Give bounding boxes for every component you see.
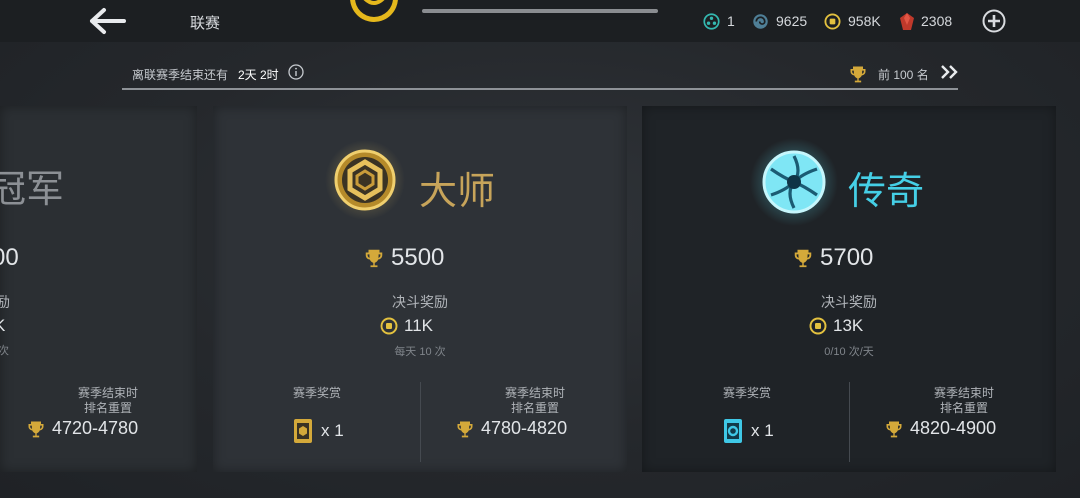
add-currency-button[interactable]	[982, 9, 1006, 33]
season-progress-bar	[422, 9, 658, 13]
reward-count: x 1	[321, 421, 344, 440]
league-name: 传奇	[848, 171, 925, 213]
back-arrow-icon[interactable]	[88, 6, 128, 36]
gold-coin-icon	[380, 317, 398, 335]
reset-label: 赛季结束时 排名重置	[58, 386, 158, 416]
daily-limit: 次	[0, 345, 9, 357]
reset-label-line-1: 赛季结束时	[504, 386, 565, 400]
top-bar: 联赛 1 9625 958K 2308	[0, 0, 1080, 42]
reset-label-line-2: 排名重置	[939, 401, 988, 415]
gold-coin-icon	[809, 317, 827, 335]
reset-label: 赛季结束时 排名重置	[900, 386, 1028, 416]
league-score: 00	[0, 244, 19, 272]
duel-reward-label: 决斗奖励	[821, 294, 877, 310]
reward-count: x 1	[751, 421, 774, 440]
gold-coin-icon	[824, 13, 841, 30]
reset-label-line-2: 排名重置	[510, 401, 559, 415]
master-league-badge-icon	[325, 140, 405, 220]
league-card-legend[interactable]: 传奇 5700 决斗奖励 13K 0/10 次/天 赛季奖赏 x 1 赛季结束时…	[642, 106, 1056, 472]
score-value: 5700	[820, 244, 874, 271]
red-gem-icon	[900, 12, 914, 30]
token-count: 1	[727, 13, 735, 29]
trophy-icon	[884, 419, 904, 439]
reset-range-value: 4820-4900	[910, 418, 997, 438]
reset-range-value: 4780-4820	[481, 418, 568, 438]
trophy-icon	[848, 64, 868, 84]
trophy-icon	[792, 247, 814, 269]
info-icon[interactable]	[288, 64, 304, 80]
resource-token: 1	[703, 11, 735, 31]
gold-chest-icon	[294, 419, 312, 443]
swirl-count: 9625	[776, 13, 808, 29]
duel-coins: K	[0, 316, 5, 336]
teal-token-icon	[703, 12, 720, 30]
resource-gems: 2308	[900, 11, 952, 31]
reset-label-line-1: 赛季结束时	[933, 386, 994, 400]
duel-coins: 13K	[809, 316, 863, 336]
reset-label: 赛季结束时 排名重置	[471, 386, 599, 416]
resource-coins: 958K	[824, 11, 881, 31]
season-reward[interactable]: x 1	[293, 418, 344, 444]
double-chevron-right-icon[interactable]	[939, 64, 959, 80]
daily-limit: 每天 10 次	[394, 346, 446, 358]
trophy-icon	[26, 419, 46, 439]
reset-range: 4780-4820	[455, 418, 567, 439]
league-card-champion[interactable]: 冠军 00 励 K 次 赛季结束时 排名重置 4720-4780	[0, 106, 197, 472]
season-reward-label: 赛季奖赏	[722, 386, 771, 400]
season-remaining-label: 离联赛季结束还有	[132, 68, 229, 82]
reset-range: 4720-4780	[26, 418, 138, 439]
reset-range: 4820-4900	[884, 418, 996, 439]
season-reward[interactable]: x 1	[723, 418, 774, 444]
duel-coins: 11K	[380, 316, 433, 336]
score-value: 00	[0, 244, 19, 271]
resource-swirl: 9625	[752, 11, 807, 31]
reset-label-line-2: 排名重置	[83, 401, 132, 415]
cyan-chest-icon	[724, 419, 742, 443]
league-emblem-icon	[350, 0, 398, 22]
league-score: 5500	[363, 244, 444, 272]
swirl-currency-icon	[753, 13, 768, 29]
season-info-bar: 离联赛季结束还有 2天 2时 前 100 名	[122, 60, 958, 90]
gem-count: 2308	[921, 13, 953, 29]
score-value: 5500	[391, 244, 445, 271]
legend-league-badge-icon	[750, 138, 838, 226]
league-card-master[interactable]: 大师 5500 决斗奖励 11K 每天 10 次 赛季奖赏 x 1 赛季结束时 …	[213, 106, 627, 472]
trophy-icon	[455, 419, 475, 439]
trophy-icon	[363, 247, 385, 269]
coin-value: 11K	[404, 316, 433, 335]
card-divider	[420, 382, 421, 462]
reset-label-line-1: 赛季结束时	[77, 386, 138, 400]
league-name: 冠军	[0, 169, 65, 211]
page-title: 联赛	[190, 15, 221, 32]
duel-reward-label: 决斗奖励	[392, 294, 448, 310]
season-reward-label: 赛季奖赏	[292, 386, 341, 400]
season-remaining-time: 2天 2时	[238, 68, 279, 82]
coin-value: K	[0, 316, 5, 336]
duel-reward-label: 励	[0, 294, 10, 310]
coin-value: 13K	[833, 316, 864, 335]
league-name: 大师	[419, 171, 496, 213]
league-score: 5700	[792, 244, 873, 272]
reset-range-value: 4720-4780	[52, 418, 139, 438]
top-rank-label[interactable]: 前 100 名	[878, 66, 929, 83]
daily-limit: 0/10 次/天	[824, 346, 874, 358]
card-divider	[849, 382, 850, 462]
coin-count: 958K	[848, 13, 881, 29]
